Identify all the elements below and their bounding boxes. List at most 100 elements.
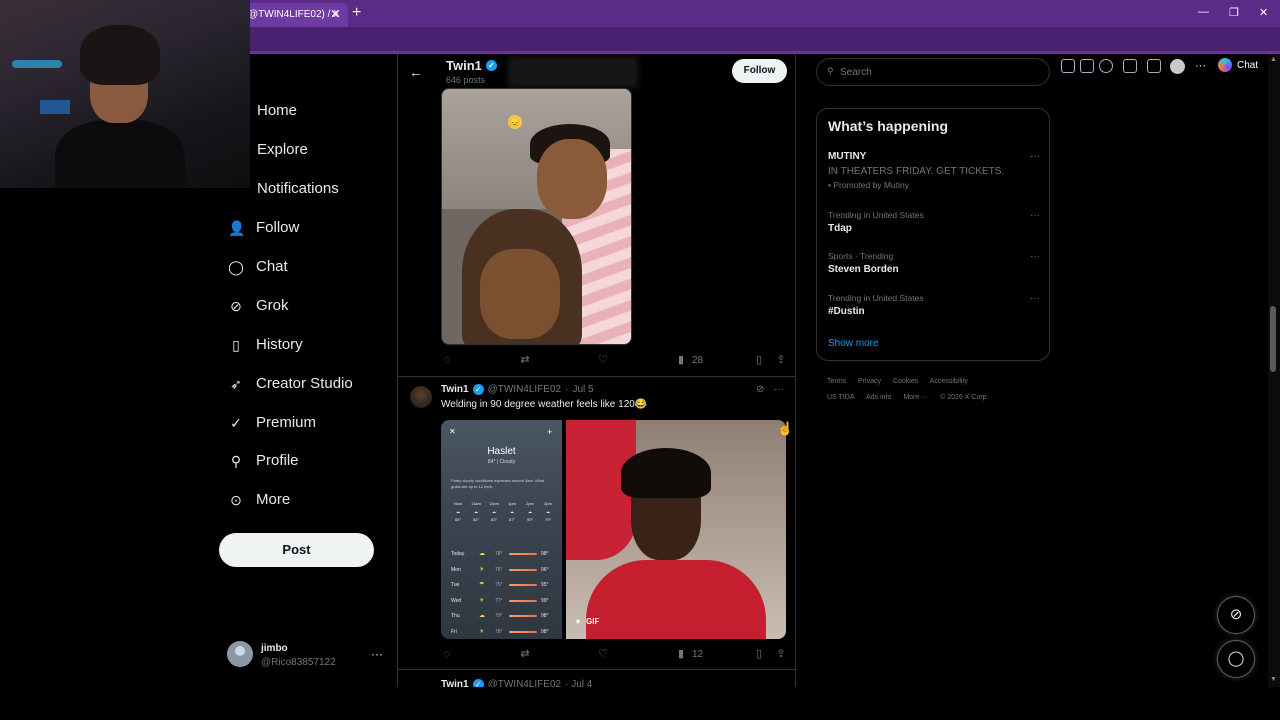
trend-more-icon[interactable]: ··· [1030, 251, 1040, 262]
scroll-up-icon[interactable]: ▲ [1270, 56, 1277, 63]
nav-more[interactable]: ⊙ More [228, 491, 290, 508]
weather-day-row: Mon ☀ 76° 96° [451, 567, 549, 573]
weather-description: Partly cloudy conditions expected around… [451, 478, 545, 489]
nav-profile-label: Profile [256, 452, 299, 469]
trend-more-icon[interactable]: ··· [1030, 151, 1040, 162]
favorite-star-icon[interactable] [1099, 59, 1113, 73]
extension-icon[interactable] [1123, 59, 1137, 73]
nav-grok[interactable]: ⊘ Grok [228, 297, 288, 314]
reply-button[interactable]: ◌ [441, 648, 453, 660]
views-button[interactable]: ▮ 12 [675, 648, 703, 660]
trend-more-icon[interactable]: ··· [1030, 293, 1040, 304]
follow-button[interactable]: Follow [732, 59, 787, 83]
tweet-author-handle[interactable]: @TWIN4LIFE02 [488, 384, 562, 395]
trend-item[interactable]: Sports · Trending Steven Borden ··· [828, 251, 1042, 275]
account-handle: @Rico83857122 [261, 657, 336, 668]
trend-item[interactable]: Trending in United States #Dustin ··· [828, 293, 1042, 317]
nav-chat-label: Chat [256, 258, 288, 275]
views-button[interactable]: ▮ 28 [675, 354, 703, 366]
nav-follow[interactable]: 👤 Follow [228, 219, 299, 236]
account-name: jimbo [261, 643, 288, 654]
tweet-photo[interactable]: 😞 [441, 88, 632, 345]
new-tab-button[interactable]: + [352, 4, 361, 22]
footer-link[interactable]: Privacy [858, 378, 881, 385]
browser-profile-avatar[interactable] [1170, 59, 1185, 74]
minimize-button[interactable]: — [1198, 6, 1209, 18]
footer-link[interactable]: US TIDA [827, 394, 855, 401]
favorites-icon[interactable] [1147, 59, 1161, 73]
plus-icon: + [547, 427, 553, 437]
person-add-icon: 👤 [228, 219, 246, 236]
grok-float-button[interactable]: ⊘ [1217, 596, 1255, 634]
bookmark-button[interactable]: ▯ [753, 354, 765, 366]
webcam-light [40, 100, 70, 114]
post-count: 646 posts [446, 75, 486, 85]
nav-history[interactable]: ▯ History [228, 336, 303, 353]
share-button[interactable]: ⇪ [775, 648, 787, 660]
whats-happening-panel: What’s happening MUTINY IN THEATERS FRID… [816, 108, 1050, 361]
like-button[interactable]: ♡ [597, 354, 609, 366]
weather-day-row: Fri ☀ 78° 98° [451, 629, 549, 635]
show-more-link[interactable]: Show more [828, 338, 879, 349]
footer-link[interactable]: More ··· [903, 394, 928, 401]
tweet-text: Welding in 90 degree weather feels like … [441, 399, 648, 410]
footer-link[interactable]: Cookies [893, 378, 918, 385]
footer-link[interactable]: Accessibility [930, 378, 968, 385]
retweet-button[interactable]: ⇄ [519, 354, 531, 366]
reply-button[interactable]: ◌ [441, 354, 453, 366]
tweet-author-name[interactable]: Twin1 [441, 679, 469, 687]
account-switcher[interactable]: jimbo @Rico83857122 ··· [227, 641, 387, 673]
bookmark-button[interactable]: ▯ [753, 648, 765, 660]
trend-item[interactable]: MUTINY IN THEATERS FRIDAY. GET TICKETS. … [828, 151, 1042, 190]
tweet-separator: · [565, 384, 569, 395]
chat-float-button[interactable]: ◯ [1217, 640, 1255, 678]
tweet-date[interactable]: Jul 5 [572, 384, 593, 395]
nav-chat[interactable]: ◯ Chat [228, 258, 288, 275]
search-input[interactable]: ⚲ Search [816, 58, 1050, 86]
nav-more-label: More [256, 491, 291, 508]
tweet-more-icon[interactable]: ··· [774, 384, 784, 395]
tweet-author-handle[interactable]: @TWIN4LIFE02 [488, 679, 562, 687]
tweet-gif[interactable]: ⏸ GIF [566, 420, 786, 639]
webcam-light [12, 60, 62, 68]
heart-icon: ♡ [598, 354, 608, 366]
back-arrow-icon[interactable]: ← [409, 64, 423, 80]
footer-link[interactable]: Terms [827, 378, 846, 385]
scrollbar-thumb[interactable] [1270, 306, 1276, 372]
trend-item[interactable]: Trending in United States Tdap ··· [828, 210, 1042, 234]
grok-icon[interactable]: ⊘ [756, 384, 764, 395]
account-more-icon[interactable]: ··· [371, 647, 383, 661]
tweet-author-name[interactable]: Twin1 [441, 384, 469, 395]
footer-link[interactable]: Ads info [866, 394, 891, 401]
nav-creator-studio[interactable]: ➶ Creator Studio [228, 375, 353, 392]
close-window-button[interactable]: ✕ [1259, 6, 1268, 19]
weather-day-row: Today ☁ 78° 98° [451, 551, 549, 557]
like-button[interactable]: ♡ [597, 648, 609, 660]
retweet-button[interactable]: ⇄ [519, 648, 531, 660]
verified-icon: ✓ [472, 679, 484, 687]
nav-profile[interactable]: ⚲ Profile [228, 452, 299, 469]
app-icon[interactable] [1061, 59, 1075, 73]
bookmark-icon: ▯ [232, 336, 240, 353]
reply-icon: ◌ [443, 354, 451, 366]
post-button[interactable]: Post [219, 533, 374, 567]
reader-icon[interactable] [1080, 59, 1094, 73]
weather-hour: 2pm ☁ 90° [526, 501, 534, 522]
tweet-date[interactable]: · Jul 4 [565, 679, 592, 687]
browser-more-button[interactable]: ··· [1195, 60, 1206, 72]
copilot-chat-label: Chat [1237, 59, 1259, 71]
nav-creator-studio-label: Creator Studio [256, 375, 353, 392]
share-button[interactable]: ⇪ [775, 354, 787, 366]
trend-more-icon[interactable]: ··· [1030, 210, 1040, 221]
weather-screenshot[interactable]: ✕ + Haslet 84° | Cloudy Partly cloudy co… [441, 420, 562, 639]
nav-premium[interactable]: ✓ Premium [228, 414, 316, 431]
nav-home-label: Home [257, 102, 298, 119]
chat-icon: ◯ [1227, 650, 1245, 667]
restore-button[interactable]: ❐ [1229, 6, 1239, 19]
copilot-chat-button[interactable]: Chat [1218, 58, 1258, 72]
avatar[interactable] [410, 386, 432, 408]
scroll-down-icon[interactable]: ▼ [1270, 676, 1277, 683]
weather-day-row: Thu ☁ 79° 98° [451, 613, 549, 619]
gif-badge[interactable]: ⏸ GIF [576, 617, 599, 627]
tab-close-icon[interactable]: ✕ [330, 7, 340, 21]
